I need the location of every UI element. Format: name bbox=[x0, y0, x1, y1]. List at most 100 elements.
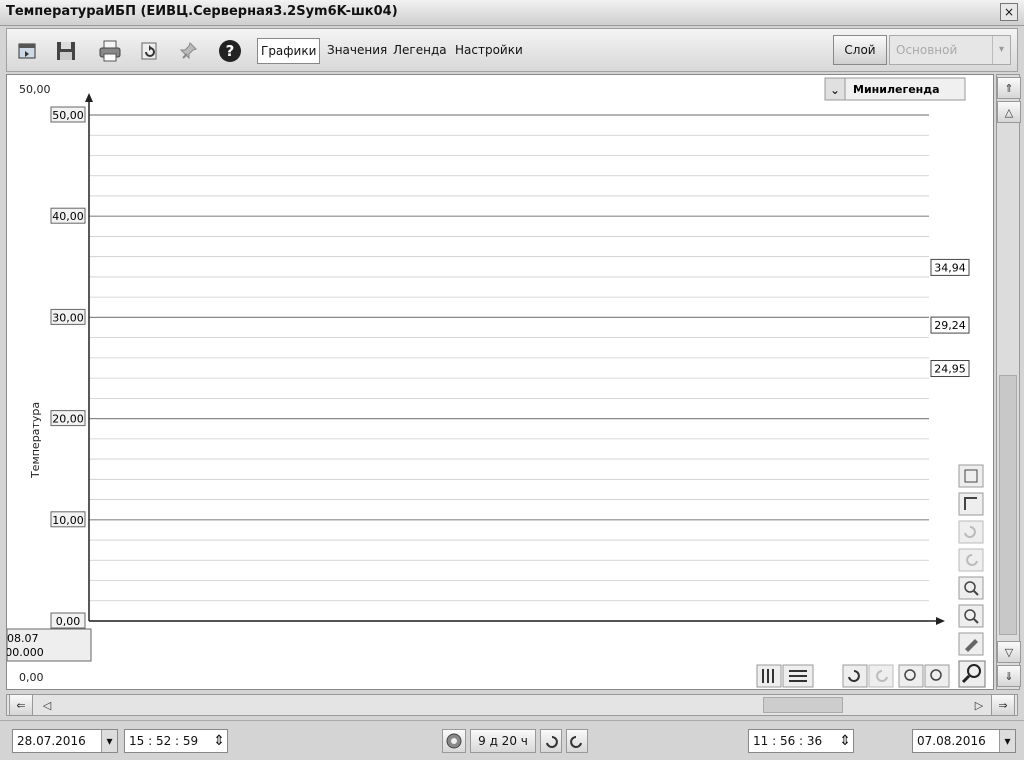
redo-zoom-button[interactable] bbox=[958, 548, 984, 572]
zoom-fit-button[interactable] bbox=[958, 464, 984, 488]
scroll-start-button[interactable]: ⇐ bbox=[9, 694, 33, 716]
circle-arrows-icon bbox=[446, 733, 462, 749]
y-tick-label: 0,00 bbox=[56, 615, 81, 628]
horizontal-scrollbar: ⇐ ◁ ▷ ⇒ bbox=[6, 694, 1018, 716]
triangle-left-icon: ◁ bbox=[42, 698, 52, 712]
scroll-down-button[interactable]: ▽ bbox=[997, 641, 1021, 663]
zoom-out-small-button[interactable] bbox=[924, 664, 950, 688]
calendar-dropdown-icon[interactable]: ▾ bbox=[101, 730, 117, 752]
series-end-labels: 34,94 29,24 24,95 bbox=[930, 258, 970, 378]
open-window-button[interactable] bbox=[13, 36, 43, 66]
tab-settings[interactable]: Настройки bbox=[453, 38, 525, 64]
title-bar: ТемператураИБП (ЕИВЦ.Серверная3.2Sym6K-ш… bbox=[0, 0, 1024, 26]
start-time-value: 15 : 52 : 59 bbox=[129, 734, 199, 748]
triangle-down-icon: ▽ bbox=[1004, 645, 1014, 659]
horizontal-scrollbar-thumb[interactable] bbox=[763, 697, 843, 713]
y-tick-label: 30,00 bbox=[52, 311, 84, 324]
chart-layout-button[interactable] bbox=[756, 664, 782, 688]
toolbar: ? Графики Значения Легенда Настройки Сло… bbox=[6, 28, 1018, 72]
series-end-label-2: 29,24 bbox=[934, 319, 966, 332]
redo-button[interactable] bbox=[868, 664, 894, 688]
end-time-value: 11 : 56 : 36 bbox=[753, 734, 823, 748]
start-date-value: 28.07.2016 bbox=[17, 734, 86, 748]
tab-values[interactable]: Значения bbox=[325, 38, 389, 64]
minilegend-control[interactable]: ⌄ Минилегенда bbox=[824, 77, 966, 101]
magnifier-button[interactable] bbox=[958, 660, 986, 688]
y-tick-label: 50,00 bbox=[52, 109, 84, 122]
scroll-up-button[interactable]: △ bbox=[997, 101, 1021, 123]
time-spin-icon[interactable]: ⇕ bbox=[839, 730, 851, 752]
edit-scale-button[interactable] bbox=[958, 632, 984, 656]
plot-area bbox=[89, 115, 929, 621]
print-button[interactable] bbox=[95, 36, 125, 66]
pin-button[interactable] bbox=[175, 36, 205, 66]
zoom-region-button[interactable] bbox=[958, 492, 984, 516]
x-axis-arrow bbox=[936, 617, 945, 625]
close-button[interactable]: × bbox=[1000, 3, 1018, 21]
x-tick-date: 2016.08.07 bbox=[7, 632, 38, 645]
scroll-right-button[interactable]: ▷ bbox=[967, 694, 991, 716]
open-window-icon bbox=[18, 43, 36, 59]
undo-icon bbox=[546, 736, 558, 748]
double-up-icon: ⇑ bbox=[1004, 81, 1014, 95]
period-toggle-button[interactable] bbox=[442, 729, 466, 753]
period-back-button[interactable] bbox=[540, 729, 562, 753]
redo-icon bbox=[570, 736, 582, 748]
chevron-down-icon: ⌄ bbox=[830, 83, 840, 97]
help-icon: ? bbox=[219, 40, 241, 62]
x-axis-ticks: 2016.07.3000.00.00.0002016.08.0100.00.00… bbox=[7, 628, 92, 662]
period-forward-button[interactable] bbox=[566, 729, 588, 753]
layer-select[interactable]: Основной ▾ bbox=[889, 35, 1011, 65]
status-bar: 28.07.2016 ▾ 15 : 52 : 59 ⇕ 9 д 20 ч 11 … bbox=[0, 720, 1024, 760]
chart: 50,00 0,00 ⌄ Минилегенда 0,00 10,00 20,00 3… bbox=[7, 77, 986, 688]
zoom-in-button[interactable] bbox=[958, 576, 984, 600]
double-left-icon: ⇐ bbox=[16, 698, 26, 712]
triangle-up-icon: △ bbox=[1004, 105, 1014, 119]
scroll-left-button[interactable]: ◁ bbox=[35, 694, 59, 716]
series-end-label-1: 34,94 bbox=[934, 261, 966, 274]
refresh-button[interactable] bbox=[135, 36, 165, 66]
y-tick-label: 10,00 bbox=[52, 514, 84, 527]
end-date-value: 07.08.2016 bbox=[917, 734, 986, 748]
undo-button[interactable] bbox=[842, 664, 868, 688]
y-top-label: 50,00 bbox=[19, 83, 51, 96]
y-tick-label: 40,00 bbox=[52, 210, 84, 223]
zoom-out-button[interactable] bbox=[958, 604, 984, 628]
layer-button[interactable]: Слой bbox=[833, 35, 887, 65]
scroll-end-button[interactable]: ⇒ bbox=[991, 694, 1015, 716]
double-down-icon: ⇓ bbox=[1004, 669, 1014, 683]
save-button[interactable] bbox=[51, 36, 81, 66]
y-axis-ticks: 0,00 10,00 20,00 30,00 40,00 50,00 bbox=[50, 106, 86, 629]
minilegend-label: Минилегенда bbox=[853, 83, 940, 96]
zoom-in-small-button[interactable] bbox=[898, 664, 924, 688]
y-axis-label: Температура bbox=[29, 402, 42, 479]
refresh-icon bbox=[141, 42, 157, 60]
y-axis-arrow bbox=[85, 93, 93, 102]
undo-zoom-button[interactable] bbox=[958, 520, 984, 544]
start-date-field[interactable]: 28.07.2016 ▾ bbox=[12, 729, 118, 753]
chart-area: 50,00 0,00 ⌄ Минилегенда 0,00 10,00 20,00 3… bbox=[6, 74, 994, 690]
layer-select-value: Основной bbox=[896, 43, 958, 57]
list-layout-button[interactable] bbox=[782, 664, 814, 688]
chevron-down-icon: ▾ bbox=[992, 36, 1010, 64]
end-date-field[interactable]: 07.08.2016 ▾ bbox=[912, 729, 1016, 753]
double-right-icon: ⇒ bbox=[998, 698, 1008, 712]
start-time-field[interactable]: 15 : 52 : 59 ⇕ bbox=[124, 729, 228, 753]
help-button[interactable]: ? bbox=[215, 36, 245, 66]
series-end-label-3: 24,95 bbox=[934, 363, 966, 376]
y-tick-label: 20,00 bbox=[52, 413, 84, 426]
time-spin-icon[interactable]: ⇕ bbox=[213, 730, 225, 752]
vertical-scroll-panel: ⇑ △ ▽ ⇓ bbox=[996, 74, 1021, 690]
tab-graphs[interactable]: Графики bbox=[257, 38, 321, 64]
end-time-field[interactable]: 11 : 56 : 36 ⇕ bbox=[748, 729, 854, 753]
period-span: 9 д 20 ч bbox=[470, 729, 536, 753]
vertical-scrollbar-thumb[interactable] bbox=[999, 375, 1017, 635]
scroll-top-button[interactable]: ⇑ bbox=[997, 77, 1021, 99]
y-bottom-label: 0,00 bbox=[19, 671, 44, 684]
pin-icon bbox=[179, 42, 197, 60]
scroll-bottom-button[interactable]: ⇓ bbox=[997, 665, 1021, 687]
calendar-dropdown-icon[interactable]: ▾ bbox=[999, 730, 1015, 752]
tab-legend[interactable]: Легенда bbox=[391, 38, 449, 64]
svg-text:?: ? bbox=[226, 42, 235, 60]
window-title: ТемператураИБП (ЕИВЦ.Серверная3.2Sym6K-ш… bbox=[6, 4, 398, 19]
